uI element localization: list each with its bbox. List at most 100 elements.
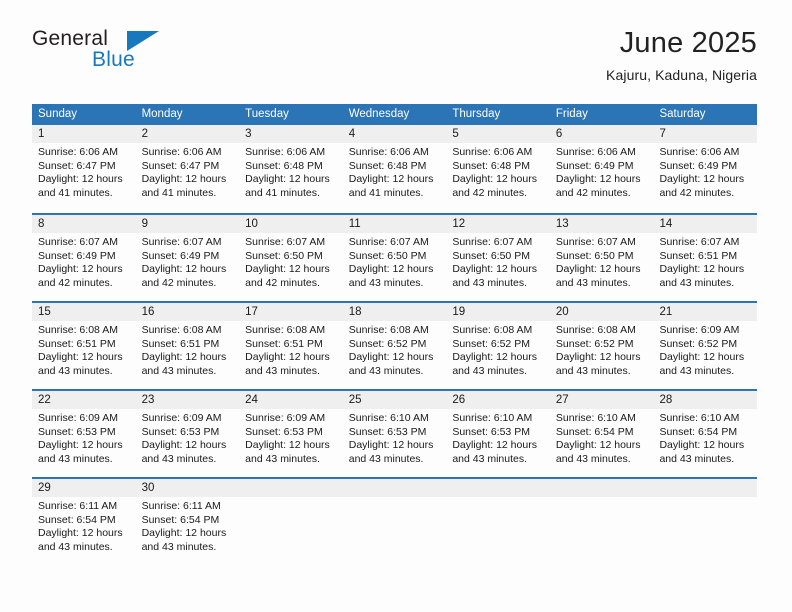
day-details: Sunrise: 6:08 AM Sunset: 6:52 PM Daylight:… [550, 321, 654, 378]
sunset-text: Sunset: 6:47 PM [141, 159, 220, 172]
sunset-text: Sunset: 6:48 PM [348, 159, 427, 172]
calendar-day-cell[interactable]: 29 Sunrise: 6:11 AM Sunset: 6:54 PM Dayligh… [32, 479, 136, 565]
sunset-text: Sunset: 6:53 PM [38, 425, 116, 438]
sunrise-text: Sunrise: 6:09 AM [38, 412, 118, 424]
day-of-week-thursday: Thursday [452, 108, 501, 120]
calendar-day-cell[interactable]: 10 Sunrise: 6:07 AM Sunset: 6:50 PM Dayligh… [239, 215, 343, 301]
daylight-text-line2: and 43 minutes. [555, 452, 631, 465]
calendar-day-cell[interactable]: 12 Sunrise: 6:07 AM Sunset: 6:50 PM Dayligh… [446, 215, 550, 301]
calendar-day-cell[interactable]: 6 Sunrise: 6:06 AM Sunset: 6:49 PM Daylight… [549, 125, 654, 213]
sunrise-text: Sunrise: 6:08 AM [452, 324, 533, 336]
sunset-text: Sunset: 6:53 PM [452, 425, 530, 438]
calendar-day-cell[interactable]: 19 Sunrise: 6:08 AM Sunset: 6:52 PM Dayligh… [446, 303, 550, 389]
daylight-text-line2: and 43 minutes. [452, 276, 528, 289]
day-of-week-tuesday: Tuesday [245, 108, 289, 120]
day-details: Sunrise: 6:10 AM Sunset: 6:54 PM Daylight:… [653, 409, 757, 466]
page-subtitle: Kajuru, Kaduna, Nigeria [606, 67, 757, 84]
day-number: 2 [135, 125, 240, 143]
sunrise-text: Sunrise: 6:07 AM [555, 236, 636, 248]
sunset-text: Sunset: 6:54 PM [555, 425, 634, 438]
daylight-text-line2: and 42 minutes. [452, 186, 528, 199]
daylight-text-line2: and 43 minutes. [141, 364, 217, 377]
calendar-day-cell[interactable]: 2 Sunrise: 6:06 AM Sunset: 6:47 PM Daylight… [135, 125, 240, 213]
daylight-text-line1: Daylight: 12 hours [555, 263, 641, 275]
sunset-text: Sunset: 6:53 PM [141, 425, 220, 438]
daylight-text-line1: Daylight: 12 hours [659, 263, 745, 275]
daylight-text-line1: Daylight: 12 hours [659, 439, 745, 451]
sunrise-text: Sunrise: 6:07 AM [452, 236, 533, 248]
day-of-week-header-row: Sunday Monday Tuesday Wednesday Thursday Frid… [32, 104, 757, 125]
day-number [653, 479, 758, 497]
calendar-day-cell[interactable]: 13 Sunrise: 6:07 AM Sunset: 6:50 PM Dayligh… [549, 215, 654, 301]
day-details: Sunrise: 6:07 AM Sunset: 6:51 PM Daylight:… [653, 233, 757, 290]
calendar-day-cell[interactable]: 28 Sunrise: 6:10 AM Sunset: 6:54 PM Dayligh… [653, 391, 758, 477]
day-number: 27 [549, 391, 654, 409]
day-details: Sunrise: 6:07 AM Sunset: 6:49 PM Daylight:… [136, 233, 240, 290]
day-details: Sunrise: 6:10 AM Sunset: 6:54 PM Daylight:… [550, 409, 654, 466]
day-number: 6 [549, 125, 654, 143]
day-details: Sunrise: 6:08 AM Sunset: 6:51 PM Daylight:… [32, 321, 136, 378]
calendar-day-cell[interactable]: 5 Sunrise: 6:06 AM Sunset: 6:48 PM Daylight… [446, 125, 550, 213]
calendar-day-cell[interactable]: 24 Sunrise: 6:09 AM Sunset: 6:53 PM Dayligh… [239, 391, 343, 477]
day-details: Sunrise: 6:09 AM Sunset: 6:52 PM Daylight:… [653, 321, 757, 378]
calendar-day-cell[interactable]: 21 Sunrise: 6:09 AM Sunset: 6:52 PM Dayligh… [653, 303, 758, 389]
calendar-day-cell[interactable]: 22 Sunrise: 6:09 AM Sunset: 6:53 PM Dayligh… [32, 391, 136, 477]
sunset-text: Sunset: 6:50 PM [245, 249, 323, 262]
calendar-day-cell[interactable]: 17 Sunrise: 6:08 AM Sunset: 6:51 PM Dayligh… [239, 303, 343, 389]
day-number: 10 [239, 215, 343, 233]
sunrise-text: Sunrise: 6:10 AM [348, 412, 429, 424]
calendar-day-cell[interactable]: 3 Sunrise: 6:06 AM Sunset: 6:48 PM Daylight… [239, 125, 343, 213]
daylight-text-line2: and 41 minutes. [141, 186, 217, 199]
calendar-day-cell[interactable]: 25 Sunrise: 6:10 AM Sunset: 6:53 PM Dayligh… [342, 391, 447, 477]
calendar-day-cell[interactable]: 9 Sunrise: 6:07 AM Sunset: 6:49 PM Daylight… [135, 215, 240, 301]
daylight-text-line2: and 43 minutes. [245, 452, 320, 465]
page-title: June 2025 [619, 27, 757, 59]
day-number: 23 [135, 391, 240, 409]
day-number: 1 [32, 125, 136, 143]
calendar-day-cell[interactable]: 27 Sunrise: 6:10 AM Sunset: 6:54 PM Dayligh… [549, 391, 654, 477]
calendar-day-cell[interactable]: 1 Sunrise: 6:06 AM Sunset: 6:47 PM Daylight… [32, 125, 136, 213]
calendar-day-cell[interactable]: 7 Sunrise: 6:06 AM Sunset: 6:49 PM Daylight… [653, 125, 758, 213]
daylight-text-line1: Daylight: 12 hours [141, 439, 227, 451]
sunset-text: Sunset: 6:49 PM [141, 249, 220, 262]
calendar-day-cell[interactable]: 14 Sunrise: 6:07 AM Sunset: 6:51 PM Dayligh… [653, 215, 758, 301]
day-number: 9 [135, 215, 240, 233]
calendar-day-cell[interactable]: 11 Sunrise: 6:07 AM Sunset: 6:50 PM Dayligh… [342, 215, 447, 301]
calendar-empty-cell [549, 479, 654, 565]
sunrise-text: Sunrise: 6:06 AM [38, 146, 118, 158]
day-of-week-friday: Friday [555, 108, 588, 120]
calendar-day-cell[interactable]: 4 Sunrise: 6:06 AM Sunset: 6:48 PM Daylight… [342, 125, 447, 213]
sunrise-text: Sunrise: 6:07 AM [348, 236, 429, 248]
sunrise-text: Sunrise: 6:11 AM [141, 500, 221, 512]
daylight-text-line2: and 42 minutes. [38, 276, 113, 289]
day-details: Sunrise: 6:11 AM Sunset: 6:54 PM Daylight:… [32, 497, 136, 554]
calendar-day-cell[interactable]: 16 Sunrise: 6:08 AM Sunset: 6:51 PM Dayligh… [135, 303, 240, 389]
calendar-day-cell[interactable]: 8 Sunrise: 6:07 AM Sunset: 6:49 PM Daylight… [32, 215, 136, 301]
daylight-text-line2: and 43 minutes. [38, 452, 113, 465]
page-header: General Blue June 2025 Kajuru, Kaduna, N… [32, 27, 757, 97]
day-details: Sunrise: 6:06 AM Sunset: 6:49 PM Daylight:… [550, 143, 654, 200]
generalblue-logo[interactable]: General Blue [32, 27, 232, 83]
calendar-day-cell[interactable]: 20 Sunrise: 6:08 AM Sunset: 6:52 PM Dayligh… [549, 303, 654, 389]
calendar-day-cell[interactable]: 15 Sunrise: 6:08 AM Sunset: 6:51 PM Dayligh… [32, 303, 136, 389]
daylight-text-line1: Daylight: 12 hours [452, 351, 537, 363]
calendar-day-cell[interactable]: 26 Sunrise: 6:10 AM Sunset: 6:53 PM Dayligh… [446, 391, 550, 477]
calendar-page: General Blue June 2025 Kajuru, Kaduna, N… [0, 0, 792, 612]
day-number: 7 [653, 125, 758, 143]
sunset-text: Sunset: 6:52 PM [555, 337, 634, 350]
title-block: June 2025 Kajuru, Kaduna, Nigeria [606, 27, 757, 83]
calendar-day-cell[interactable]: 30 Sunrise: 6:11 AM Sunset: 6:54 PM Dayligh… [135, 479, 240, 565]
calendar-day-cell[interactable]: 18 Sunrise: 6:08 AM Sunset: 6:52 PM Dayligh… [342, 303, 447, 389]
calendar-day-cell[interactable]: 23 Sunrise: 6:09 AM Sunset: 6:53 PM Dayligh… [135, 391, 240, 477]
sunset-text: Sunset: 6:47 PM [38, 159, 116, 172]
day-details: Sunrise: 6:06 AM Sunset: 6:48 PM Daylight:… [343, 143, 447, 200]
sunset-text: Sunset: 6:49 PM [659, 159, 738, 172]
day-number: 22 [32, 391, 136, 409]
sunrise-text: Sunrise: 6:09 AM [659, 324, 740, 336]
daylight-text-line1: Daylight: 12 hours [348, 173, 434, 185]
daylight-text-line2: and 43 minutes. [348, 452, 424, 465]
daylight-text-line2: and 43 minutes. [659, 364, 735, 377]
day-details: Sunrise: 6:10 AM Sunset: 6:53 PM Daylight:… [343, 409, 447, 466]
daylight-text-line1: Daylight: 12 hours [245, 351, 330, 363]
day-details: Sunrise: 6:06 AM Sunset: 6:47 PM Daylight:… [32, 143, 136, 200]
